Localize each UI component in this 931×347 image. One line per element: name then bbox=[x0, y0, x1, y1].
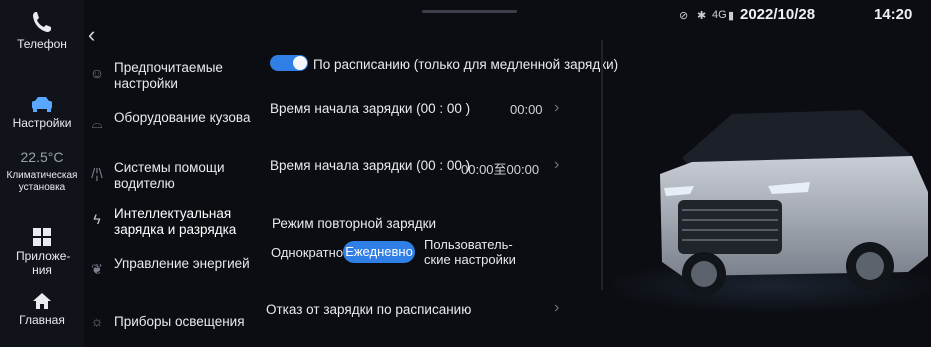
time-range-value: 00:00至00:00 bbox=[461, 162, 540, 177]
time-range-label: Время начала зарядки (00 : 00 ) bbox=[270, 158, 471, 173]
chevron-right-icon: › bbox=[554, 99, 560, 116]
menu-label: Интеллектуальная зарядка и разрядка bbox=[114, 206, 237, 237]
repeat-once-option[interactable]: Однократно bbox=[271, 245, 343, 260]
schedule-toggle-label: По расписанию (только для медленной заря… bbox=[313, 57, 619, 72]
network-label: 4G bbox=[712, 9, 727, 21]
top-handle[interactable] bbox=[422, 10, 517, 13]
repeat-daily-option[interactable]: Ежедневно bbox=[343, 241, 415, 263]
start-time-label: Время начала зарядки (00 : 00 ) bbox=[270, 101, 471, 116]
repeat-custom-option[interactable]: Пользователь-ские настройки bbox=[424, 237, 524, 267]
bulb-icon: ☼ bbox=[90, 313, 104, 329]
time-range-row[interactable]: Время начала зарядки (00 : 00 ) 00:00至00… bbox=[270, 155, 570, 179]
nav-rail: Телефон Настройки 22.5°C Климатическая у… bbox=[0, 0, 84, 347]
leaf-icon: ❦ bbox=[91, 261, 103, 277]
signal-bars-icon: ▮ bbox=[728, 10, 735, 22]
car-settings-icon bbox=[32, 97, 52, 112]
rail-climate[interactable]: 22.5°C Климатическая установка bbox=[0, 150, 84, 194]
smile-icon: ☺ bbox=[89, 65, 105, 81]
car-body-icon: ⌓ bbox=[91, 115, 103, 131]
rail-settings[interactable]: Настройки bbox=[0, 95, 84, 130]
apps-grid-icon bbox=[33, 228, 51, 246]
menu-label: Управление энергией bbox=[114, 256, 250, 271]
rail-climate-label: Климатическая установка bbox=[6, 170, 78, 193]
rail-phone-label: Телефон bbox=[17, 37, 67, 51]
menu-label: Системы помощи водителю bbox=[114, 160, 225, 191]
vehicle-image bbox=[612, 110, 931, 314]
rail-apps[interactable]: Приложе-ния bbox=[0, 228, 84, 277]
lightning-icon: ϟ bbox=[93, 211, 101, 227]
cancel-schedule-label: Отказ от зарядки по расписанию bbox=[266, 302, 472, 317]
chevron-right-icon: › bbox=[554, 299, 560, 316]
status-time: 14:20 bbox=[874, 6, 913, 23]
signal-off-icon: ⊘ bbox=[679, 10, 689, 22]
start-time-row[interactable]: Время начала зарядки (00 : 00 ) 00:00 › bbox=[270, 98, 570, 122]
menu-label: Оборудование кузова bbox=[114, 110, 251, 125]
menu-label: Предпочитаемые настройки bbox=[114, 60, 223, 91]
repeat-mode-label: Режим повторной зарядки bbox=[272, 216, 437, 231]
start-time-value: 00:00 bbox=[510, 102, 543, 117]
bluetooth-icon: ✱ bbox=[697, 10, 707, 22]
rail-phone[interactable]: Телефон bbox=[0, 10, 84, 51]
schedule-toggle[interactable] bbox=[270, 55, 308, 71]
back-icon[interactable]: ‹ bbox=[88, 22, 95, 48]
chevron-right-icon: › bbox=[554, 156, 560, 173]
climate-temp: 22.5°C bbox=[20, 149, 64, 165]
rail-apps-label: Приложе-ния bbox=[16, 249, 71, 277]
rail-home-label: Главная bbox=[19, 313, 65, 327]
rail-home[interactable]: Главная bbox=[0, 292, 84, 327]
home-icon bbox=[33, 293, 51, 309]
status-date: 2022/10/28 bbox=[740, 6, 816, 23]
menu-label: Приборы освещения bbox=[114, 314, 245, 329]
rail-settings-label: Настройки bbox=[12, 116, 72, 130]
panel-divider bbox=[601, 40, 603, 290]
cancel-schedule-row[interactable]: Отказ от зарядки по расписанию › bbox=[266, 298, 570, 322]
phone-icon bbox=[33, 12, 51, 32]
toggle-knob bbox=[293, 56, 307, 70]
lane-icon: /¦\ bbox=[91, 165, 103, 181]
